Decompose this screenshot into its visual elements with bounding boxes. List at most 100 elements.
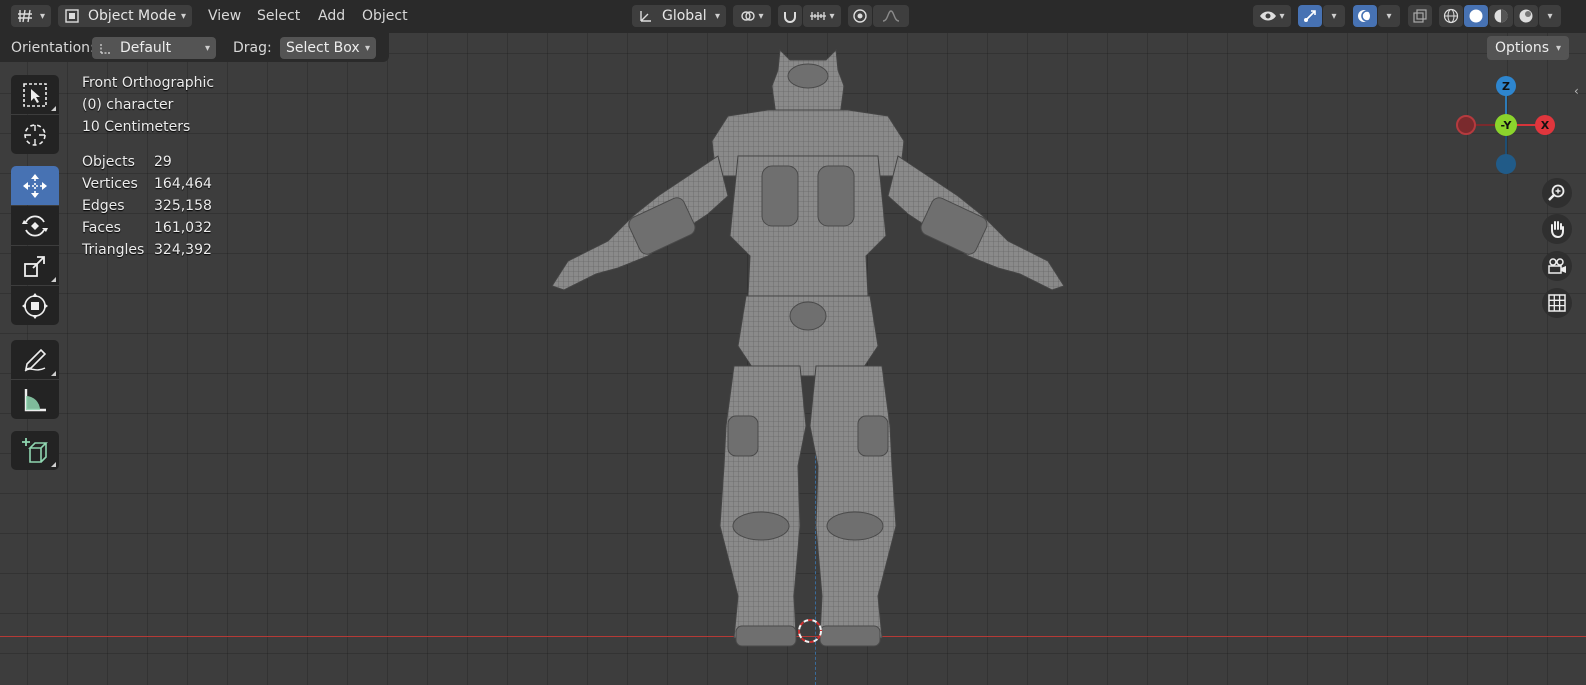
camera-view-button[interactable] <box>1542 251 1572 281</box>
annotate-icon <box>24 348 47 372</box>
orientation-axes-icon <box>100 43 111 54</box>
proportional-edit-icon <box>853 9 867 23</box>
rotate-tool[interactable] <box>11 206 59 245</box>
falloff-curve-icon <box>882 10 900 22</box>
stat-value: 29 <box>154 154 172 170</box>
stat-value: 324,392 <box>154 242 212 258</box>
add-cube-icon <box>22 437 48 463</box>
transform-tool[interactable] <box>11 286 59 325</box>
move-icon <box>23 173 47 198</box>
pivot-icon <box>741 11 756 21</box>
camera-icon <box>1548 258 1566 274</box>
chevron-down-icon: ▾ <box>1547 10 1553 22</box>
mode-dropdown[interactable]: Object Mode ▾ <box>58 5 192 27</box>
rotate-icon <box>22 215 48 236</box>
shading-material-button[interactable] <box>1489 5 1513 27</box>
chevron-down-icon: ▾ <box>1279 10 1285 22</box>
material-sphere-icon <box>1494 9 1508 23</box>
chevron-down-icon: ▾ <box>180 10 186 22</box>
menu-view[interactable]: View <box>208 8 241 24</box>
3d-viewport[interactable] <box>0 0 1586 685</box>
xray-icon <box>1413 9 1427 23</box>
shading-rendered-button[interactable] <box>1514 5 1538 27</box>
character-mesh[interactable] <box>548 46 1068 656</box>
object-visibility-dropdown[interactable]: ▾ <box>1253 5 1291 27</box>
stat-value: 325,158 <box>154 198 212 214</box>
pan-button[interactable] <box>1542 214 1572 244</box>
proportional-edit-toggle[interactable] <box>848 5 872 27</box>
overlays-icon <box>1358 10 1373 22</box>
menu-select[interactable]: Select <box>257 8 300 24</box>
gizmo-z-axis[interactable]: Z <box>1496 76 1516 96</box>
chevron-down-icon: ▾ <box>39 10 45 22</box>
gizmo-y-label: -Y <box>1500 118 1512 132</box>
measure-tool[interactable] <box>11 380 59 419</box>
snap-toggle[interactable] <box>778 5 802 27</box>
solid-sphere-icon <box>1469 9 1483 23</box>
gizmo-dropdown[interactable]: ▾ <box>1323 5 1345 27</box>
view-name-text: Front Orthographic <box>82 75 215 91</box>
cursor-icon <box>24 123 46 146</box>
drag-value: Select Box <box>286 40 360 56</box>
chevron-down-icon: ▾ <box>364 42 370 54</box>
wireframe-sphere-icon <box>1443 8 1459 24</box>
collection-text: (0) character <box>82 97 174 113</box>
gizmo-neg-z-axis[interactable] <box>1496 154 1516 174</box>
snap-increment-icon <box>810 12 827 20</box>
shading-solid-button[interactable] <box>1464 5 1488 27</box>
3d-cursor-icon[interactable] <box>796 617 824 645</box>
editor-type-dropdown[interactable]: ▾ <box>11 5 51 27</box>
menu-object[interactable]: Object <box>362 8 408 24</box>
options-label: Options <box>1495 40 1550 56</box>
add-cube-tool[interactable] <box>11 431 59 470</box>
menu-add[interactable]: Add <box>318 8 345 24</box>
grid-ortho-icon <box>1548 294 1566 312</box>
overlays-dropdown[interactable]: ▾ <box>1378 5 1400 27</box>
ortho-toggle-button[interactable] <box>1542 288 1572 318</box>
gizmo-toggle[interactable] <box>1298 5 1322 27</box>
select-box-icon <box>23 82 47 107</box>
overlays-toggle[interactable] <box>1353 5 1377 27</box>
snap-target-dropdown[interactable]: ▾ <box>803 5 841 27</box>
chevron-down-icon: ▾ <box>204 42 210 54</box>
cursor-tool[interactable] <box>11 115 59 154</box>
transform-icon <box>22 292 48 319</box>
options-dropdown[interactable]: Options ▾ <box>1487 36 1569 60</box>
scale-icon <box>24 255 45 277</box>
annotate-tool[interactable] <box>11 340 59 379</box>
gizmo-x-axis[interactable]: X <box>1535 115 1555 135</box>
stat-label: Vertices <box>82 176 138 192</box>
gizmo-icon <box>1304 10 1316 22</box>
move-tool[interactable] <box>11 166 59 205</box>
gizmo-x-label: X <box>1540 118 1550 132</box>
object-mode-icon <box>65 9 79 23</box>
pivot-point-button[interactable]: ▾ <box>733 5 771 27</box>
chevron-down-icon: ▾ <box>714 10 720 22</box>
drag-dropdown[interactable]: Select Box ▾ <box>280 37 376 59</box>
stat-label: Faces <box>82 220 121 236</box>
orientation-dropdown[interactable]: Global ▾ <box>632 5 726 27</box>
select-box-tool[interactable] <box>11 75 59 114</box>
orientation-value: Default <box>120 40 172 56</box>
xray-toggle[interactable] <box>1408 5 1432 27</box>
gizmo-z-label: Z <box>1502 79 1510 93</box>
orientation-label: Global <box>662 8 707 24</box>
sidebar-toggle-icon[interactable]: ‹ <box>1574 84 1579 98</box>
shading-dropdown[interactable]: ▾ <box>1539 5 1561 27</box>
chevron-down-icon: ▾ <box>1331 10 1337 22</box>
measure-icon <box>24 388 46 411</box>
pan-hand-icon <box>1551 221 1564 239</box>
stat-label: Edges <box>82 198 125 214</box>
proportional-falloff-dropdown[interactable] <box>873 5 909 27</box>
scale-tool[interactable] <box>11 246 59 285</box>
transform-orientation-dropdown[interactable]: Default ▾ <box>92 37 216 59</box>
chevron-down-icon: ▾ <box>829 10 835 22</box>
drag-setting-label: Drag: <box>233 40 272 56</box>
zoom-button[interactable] <box>1542 178 1572 208</box>
stat-value: 161,032 <box>154 220 212 236</box>
editor-type-icon <box>18 9 32 23</box>
gizmo-neg-y-axis[interactable]: -Y <box>1495 114 1517 136</box>
gizmo-neg-x-axis[interactable] <box>1456 115 1476 135</box>
shading-wireframe-button[interactable] <box>1439 5 1463 27</box>
eye-icon <box>1260 11 1277 21</box>
